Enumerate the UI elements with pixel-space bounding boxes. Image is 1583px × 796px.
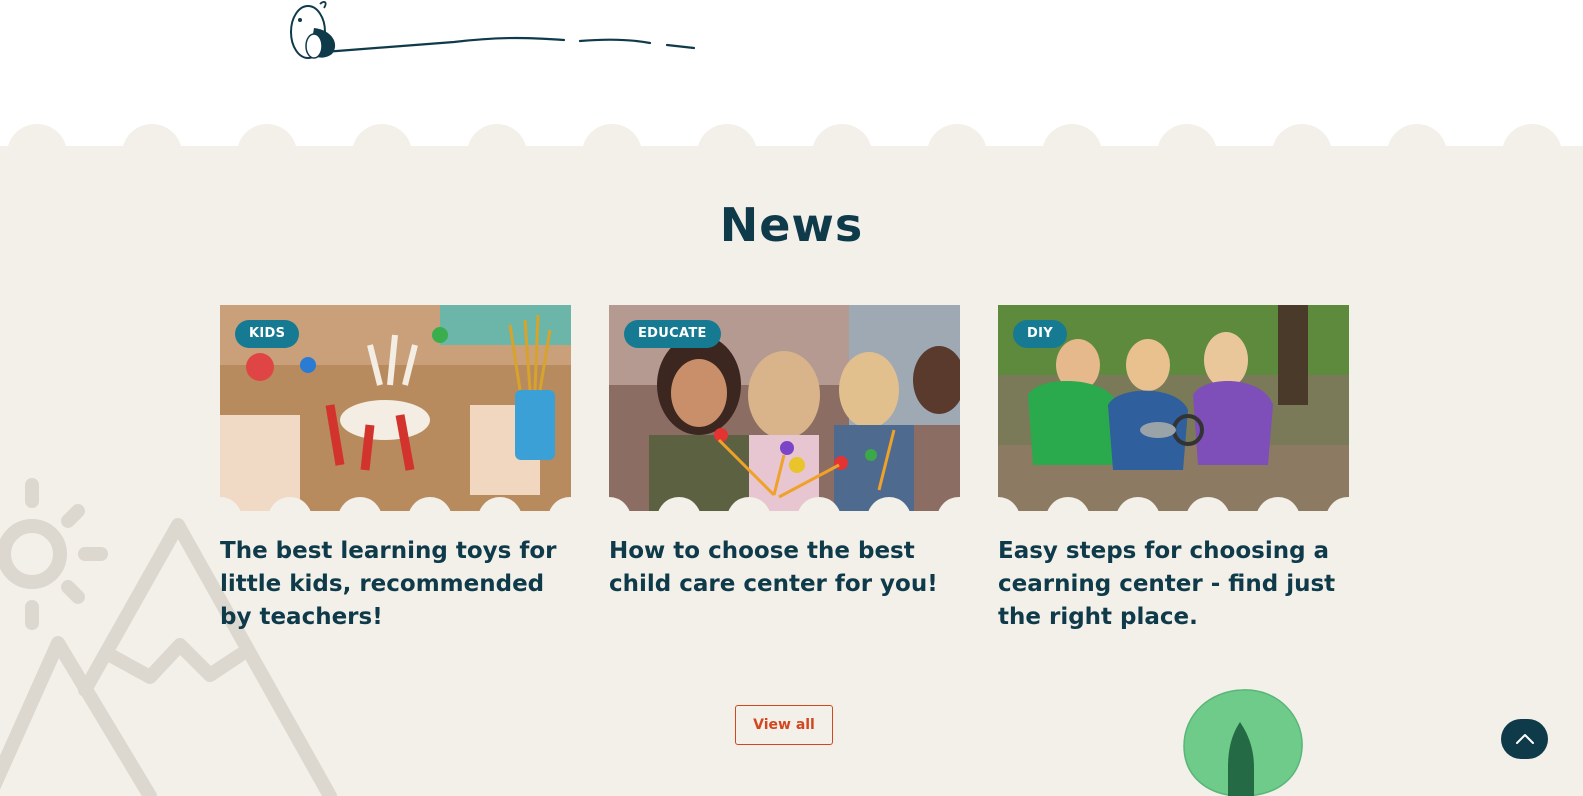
- card-title[interactable]: The best learning toys for little kids, …: [220, 535, 571, 634]
- category-tag[interactable]: EDUCATE: [624, 320, 721, 348]
- scallop-edge: [609, 497, 960, 511]
- category-tag[interactable]: KIDS: [235, 320, 300, 348]
- scallop-edge: [220, 497, 571, 511]
- section-title: News: [719, 198, 864, 252]
- top-area: [0, 0, 1583, 124]
- card-image[interactable]: EDUCATE: [609, 305, 960, 511]
- category-tag[interactable]: DIY: [1013, 320, 1067, 348]
- scroll-top-button[interactable]: [1501, 719, 1548, 759]
- card-image[interactable]: DIY: [998, 305, 1349, 511]
- wave-divider: [0, 124, 1583, 154]
- news-card[interactable]: EDUCATE How to choose the best child car…: [609, 305, 960, 601]
- news-card[interactable]: DIY Easy steps for choosing a cearning c…: [998, 305, 1349, 634]
- chevron-up-icon: [1515, 734, 1534, 744]
- card-title[interactable]: Easy steps for choosing a cearning cente…: [998, 535, 1349, 634]
- card-title[interactable]: How to choose the best child care center…: [609, 535, 960, 601]
- scallop-edge: [998, 497, 1349, 511]
- view-all-button[interactable]: View all: [735, 705, 833, 745]
- news-card[interactable]: KIDS The best learning toys for little k…: [220, 305, 571, 634]
- bee-icon: [290, 1, 696, 59]
- card-image[interactable]: KIDS: [220, 305, 571, 511]
- tree-icon: [1183, 689, 1303, 796]
